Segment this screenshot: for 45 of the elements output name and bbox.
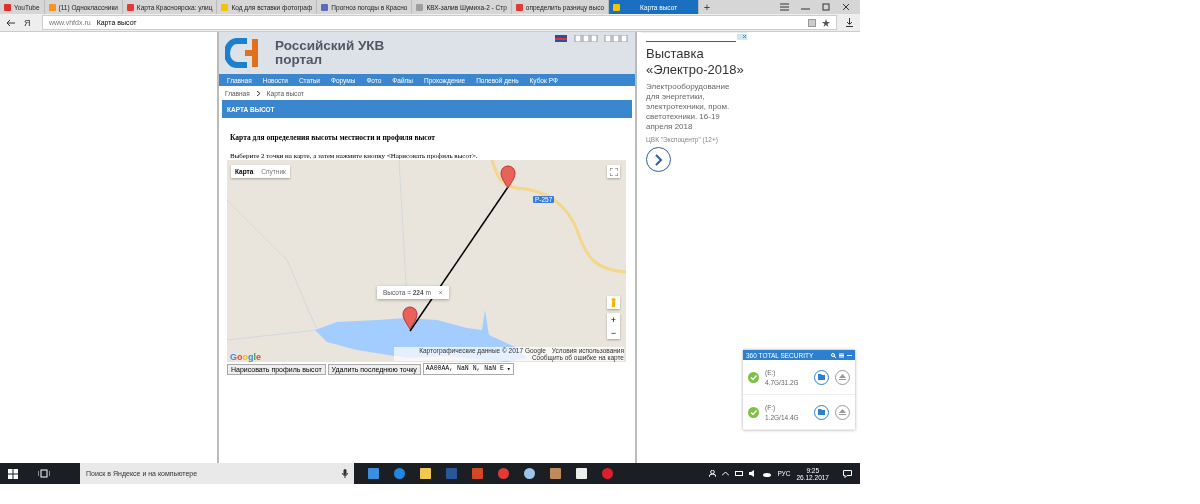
- yandex-button[interactable]: Я: [24, 17, 34, 28]
- new-tab-button[interactable]: +: [699, 0, 716, 14]
- minimize-icon[interactable]: [847, 352, 852, 358]
- microphone-icon[interactable]: [342, 469, 348, 478]
- person-icon[interactable]: [709, 470, 717, 477]
- task-view-icon[interactable]: [38, 469, 50, 478]
- menu-icon[interactable]: [780, 3, 789, 11]
- star-icon[interactable]: [822, 18, 830, 27]
- zoom-in-button[interactable]: +: [607, 313, 620, 326]
- back-arrow-icon[interactable]: [6, 18, 16, 27]
- folder-icon: [818, 374, 825, 380]
- check-icon: [748, 406, 759, 418]
- search-icon[interactable]: [831, 352, 836, 358]
- close-icon[interactable]: [842, 3, 850, 11]
- eject-button[interactable]: [835, 369, 850, 385]
- download-icon[interactable]: [845, 18, 854, 27]
- map-logo: Google: [230, 352, 262, 362]
- ad-choices-icon[interactable]: [737, 34, 747, 40]
- taskbar-app-icon[interactable]: [394, 468, 405, 479]
- ad-arrow-button[interactable]: [646, 147, 671, 172]
- eject-icon: [839, 374, 846, 380]
- windows-start-icon[interactable]: [8, 468, 18, 479]
- taskbar-app-icon[interactable]: [524, 468, 535, 479]
- maximize-icon[interactable]: [822, 3, 830, 11]
- chevron-up-icon[interactable]: [722, 471, 730, 476]
- chevron-icon: [255, 91, 261, 96]
- notification-icon[interactable]: [843, 469, 852, 478]
- open-folder-button[interactable]: [814, 404, 829, 420]
- fullscreen-icon: [609, 167, 618, 176]
- taskbar-app-icon[interactable]: [498, 468, 509, 479]
- ad-title[interactable]: Выставка «Электро-2018»: [646, 46, 743, 78]
- chevron-icon: [654, 153, 663, 166]
- map-pin-icon[interactable]: [402, 306, 418, 330]
- extension-icon[interactable]: [808, 18, 816, 27]
- site-title: Российский УКВ портал: [275, 39, 385, 67]
- pegman-icon: [611, 298, 616, 307]
- folder-icon: [818, 409, 825, 415]
- eject-icon: [839, 409, 846, 415]
- network-icon[interactable]: [735, 470, 744, 477]
- zoom-out-button[interactable]: −: [607, 326, 620, 339]
- eject-button[interactable]: [835, 404, 850, 420]
- check-icon: [748, 371, 759, 383]
- open-folder-button[interactable]: [814, 369, 829, 385]
- fullscreen-button[interactable]: [607, 165, 620, 178]
- ad-text: Электрооборудование для энергетики, электротехники, пром. светотехники. 16-19 апреля 2018: [646, 82, 731, 132]
